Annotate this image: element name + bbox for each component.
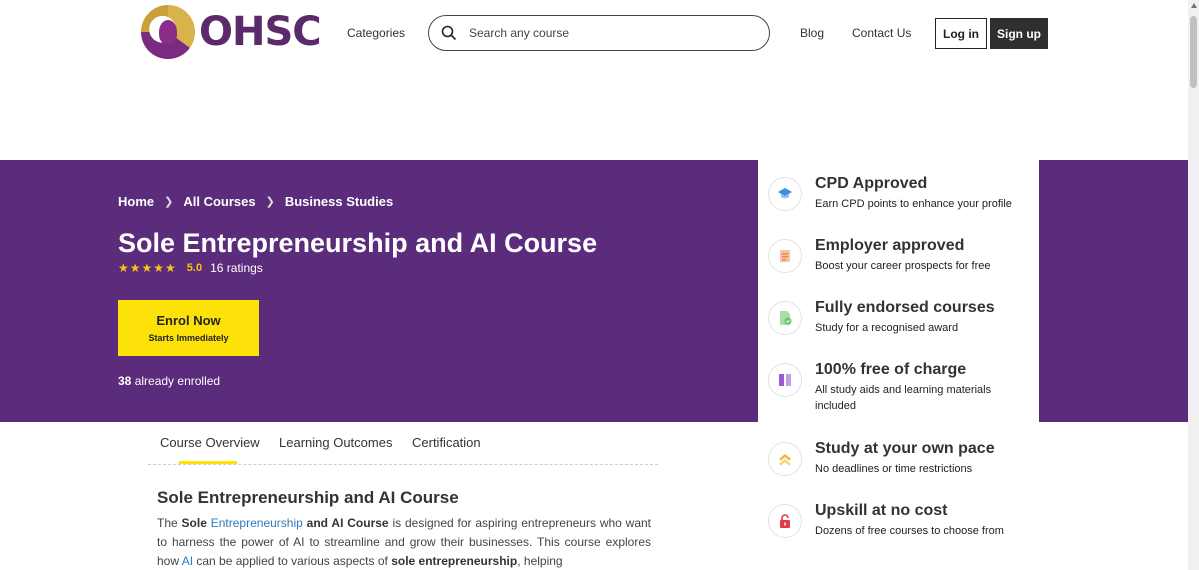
book-icon [768,363,802,397]
enrol-label: Enrol Now [156,313,221,328]
overview-title: Sole Entrepreneurship and AI Course [157,488,459,507]
logo-mark-icon [141,5,195,59]
course-rating: ★★★★★ 5.0 16 ratings [118,261,263,275]
feature-desc: Earn CPD points to enhance your profile [815,198,1012,210]
page-scrollbar[interactable] [1188,0,1199,570]
enrol-now-button[interactable]: Enrol Now Starts Immediately [118,300,259,356]
search-icon [441,25,457,41]
breadcrumb: Home ❯ All Courses ❯ Business Studies [118,194,393,209]
text-bold: Sole [181,516,207,530]
feature-desc: No deadlines or time restrictions [815,463,973,475]
enrolled-count: 38 [118,374,132,388]
feature-title: Employer approved [815,237,965,254]
text-bold: sole entrepreneurship [391,554,518,568]
logo[interactable]: OHSC [141,5,322,59]
breadcrumb-home[interactable]: Home [118,194,154,209]
ai-link[interactable]: AI [182,554,193,568]
rating-count: 16 ratings [210,261,263,275]
categories-link[interactable]: Categories [347,26,405,40]
certificate-icon [768,239,802,273]
feature-title: Upskill at no cost [815,502,948,519]
page: OHSC Categories Blog Contact Us Log in S… [0,0,1199,570]
breadcrumb-all-courses[interactable]: All Courses [183,194,255,209]
text-fragment: can be applied to various aspects of [196,554,388,568]
text-bold: and AI Course [306,516,389,530]
signup-button[interactable]: Sign up [990,18,1048,49]
tab-course-overview[interactable]: Course Overview [160,435,260,450]
chevron-right-icon: ❯ [265,196,275,208]
feature-title: Study at your own pace [815,440,995,457]
enrolled-suffix: already enrolled [134,374,221,388]
feature-desc: All study aids and learning materials in… [815,384,992,412]
graduation-cap-icon [768,177,802,211]
text-fragment: The [157,516,178,530]
blog-link[interactable]: Blog [800,26,824,40]
feature-title: 100% free of charge [815,361,967,378]
enrol-sublabel: Starts Immediately [148,333,229,343]
course-tabs: Course Overview Learning Outcomes Certif… [148,422,658,465]
text-fragment: , helping [517,554,563,568]
tab-learning-outcomes[interactable]: Learning Outcomes [279,435,392,450]
breadcrumb-business-studies[interactable]: Business Studies [285,194,393,209]
star-rating-icon: ★★★★★ [118,261,177,275]
feature-desc: Boost your career prospects for free [815,260,991,272]
tab-certification[interactable]: Certification [412,435,481,450]
overview-paragraph: The Sole Entrepreneurship and AI Course … [157,514,651,570]
features-card: CPD Approved Earn CPD points to enhance … [758,160,1039,570]
login-button[interactable]: Log in [935,18,987,49]
chevrons-up-icon [768,442,802,476]
search-bar[interactable] [428,15,770,51]
scroll-thumb[interactable] [1190,16,1197,88]
enrolled-count-text: 38 already enrolled [118,374,220,388]
active-tab-indicator [179,461,237,464]
lock-icon [768,504,802,538]
entrepreneurship-link[interactable]: Entrepreneurship [211,516,303,530]
chevron-right-icon: ❯ [164,196,174,208]
feature-title: CPD Approved [815,175,928,192]
scroll-up-icon[interactable] [1191,3,1197,8]
document-check-icon [768,301,802,335]
logo-text: OHSC [199,9,322,55]
rating-score: 5.0 [186,262,203,274]
course-title: Sole Entrepreneurship and AI Course [118,228,598,258]
feature-desc: Study for a recognised award [815,322,959,334]
feature-desc: Dozens of free courses to choose from [815,525,1004,537]
feature-title: Fully endorsed courses [815,299,995,316]
search-input[interactable] [469,26,749,40]
contact-link[interactable]: Contact Us [852,26,911,40]
top-header: OHSC Categories Blog Contact Us Log in S… [0,0,1188,70]
